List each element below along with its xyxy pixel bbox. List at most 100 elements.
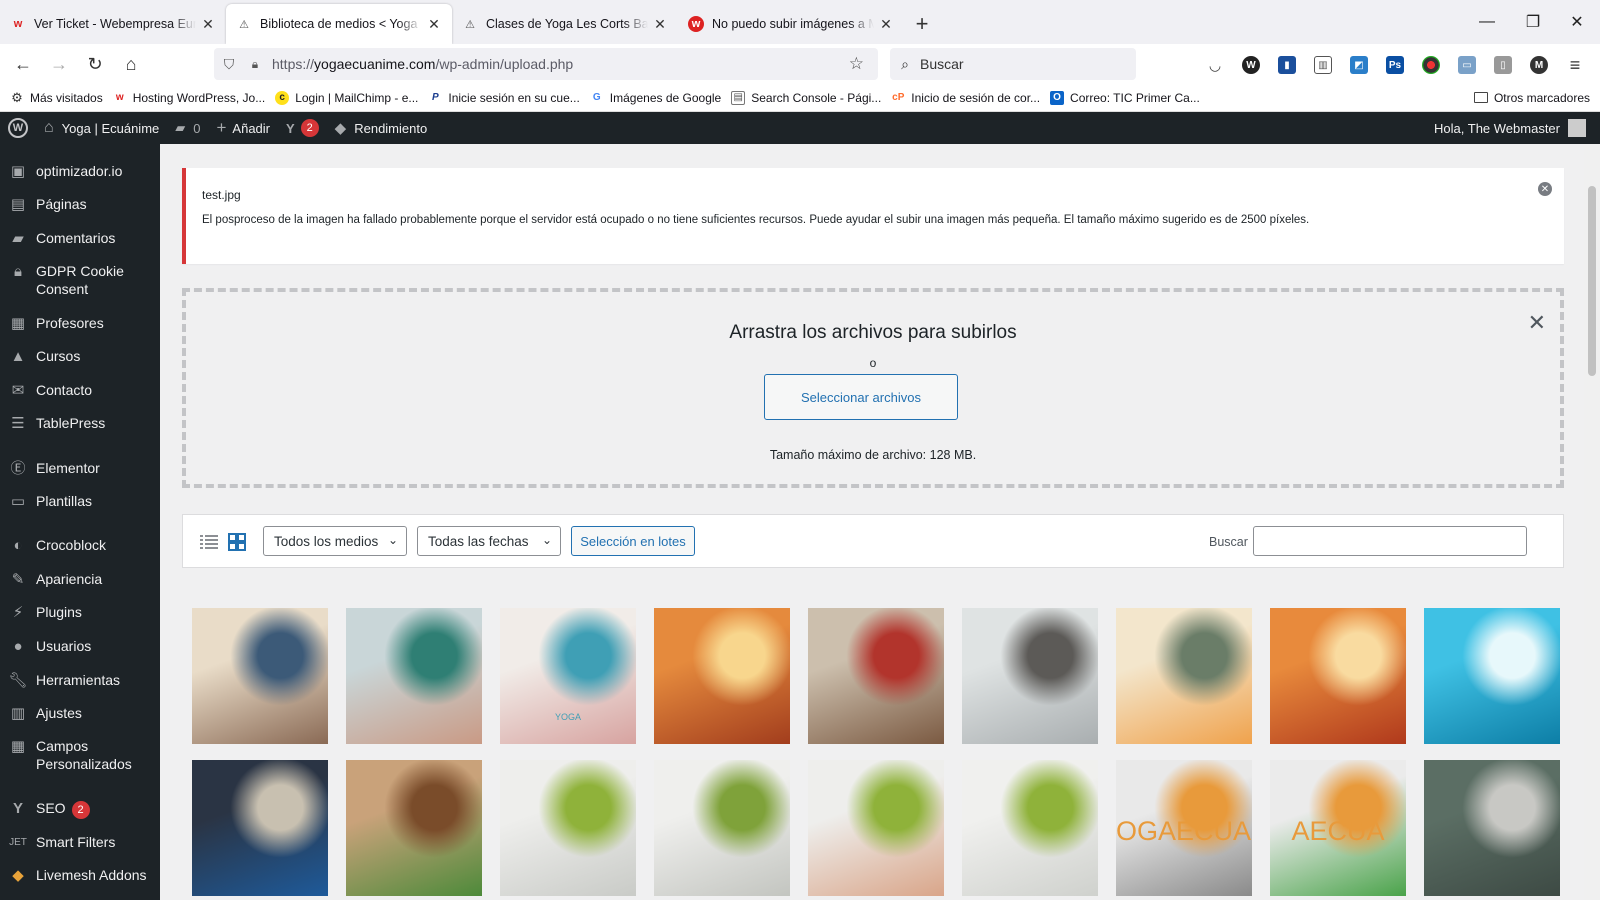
site-name-menu[interactable]: ⌂ Yoga | Ecuánime [36, 112, 167, 144]
sidebar-item-crocoblock[interactable]: ◐ Crocoblock [0, 536, 160, 555]
sidebar-item-plugins[interactable]: ⚡ Plugins [0, 603, 160, 622]
sidebar-item-livemesh[interactable]: ◆ Livemesh Addons [0, 866, 160, 885]
avatar [1568, 119, 1586, 137]
sidebar-item-comentarios[interactable]: ▰ Comentarios [0, 229, 160, 248]
comments-menu[interactable]: ▰ 0 [167, 112, 208, 144]
reader-view-icon[interactable]: ▥ [1314, 56, 1332, 74]
cyclists-photo[interactable] [192, 760, 328, 896]
window-reflection-photo[interactable] [962, 608, 1098, 744]
sidebar-item-seo[interactable]: Y SEO 2 [0, 799, 160, 819]
yoga-room-photo[interactable] [500, 760, 636, 896]
sidebar-item-contacto[interactable]: ✉ Contacto [0, 381, 160, 400]
sunset-dancer-photo[interactable] [1116, 608, 1252, 744]
my-account-menu[interactable]: Hola, The Webmaster [1426, 112, 1594, 144]
bookmark-search-console[interactable]: ▤ Search Console - Pági... [731, 90, 881, 105]
extension-icon[interactable]: ▮ [1278, 56, 1296, 74]
close-tab-icon[interactable]: ✕ [652, 16, 668, 33]
autumn-path-photo[interactable] [1270, 608, 1406, 744]
women-laughing-photo[interactable] [808, 608, 944, 744]
list-view-icon[interactable] [199, 532, 219, 552]
vegetables-photo[interactable] [346, 760, 482, 896]
bookmark-mailchimp[interactable]: c Login | MailChimp - e... [275, 90, 418, 105]
account-avatar-icon[interactable]: M [1530, 56, 1548, 74]
close-tab-icon[interactable]: ✕ [878, 16, 894, 33]
bookmark-cpanel[interactable]: cP Inicio de sesión de cor... [891, 91, 1040, 105]
logo-yogaecuanime-2[interactable]: AECUA [1270, 760, 1406, 896]
date-filter[interactable]: Todas las fechas ⌄ [417, 526, 561, 556]
woman-smoothie-photo[interactable] [346, 608, 482, 744]
sidebar-item-herramientas[interactable]: 🔧︎ Herramientas [0, 671, 160, 690]
yoga-room-plant-photo[interactable] [654, 760, 790, 896]
close-window-button[interactable]: ✕ [1554, 0, 1600, 44]
photoshop-icon[interactable]: Ps [1386, 56, 1404, 74]
reload-button[interactable]: ↻ [78, 48, 112, 80]
logo-yogaecuanime-1[interactable]: OGAECUAN [1116, 760, 1252, 896]
sidebar-item-gdpr[interactable]: 🔒︎ GDPR Cookie Consent [0, 262, 160, 298]
bookmark-paypal[interactable]: P Inicie sesión en su cue... [428, 91, 580, 105]
mother-child-photo[interactable] [192, 608, 328, 744]
sidebar-item-profesores[interactable]: ▦ Profesores [0, 314, 160, 333]
tab-biblioteca-medios[interactable]: ⚠ Biblioteca de medios < Yoga | Ecuánime… [226, 4, 452, 44]
sidebar-item-smart-filters[interactable]: JET Smart Filters [0, 833, 160, 852]
sidebar-item-paginas[interactable]: ▤ Páginas [0, 195, 160, 214]
grid-view-icon[interactable] [227, 532, 247, 552]
tab-no-puedo-subir[interactable]: w No puedo subir imágenes a Media ✕ [678, 4, 904, 44]
tab-clases-yoga[interactable]: ⚠ Clases de Yoga Les Corts Barcelona ✕ [452, 4, 678, 44]
archive-icon[interactable]: ▯ [1494, 56, 1512, 74]
wp-logo-menu[interactable]: W [0, 112, 36, 144]
sidebar-item-plantillas[interactable]: ▭ Plantillas [0, 492, 160, 511]
laptop-legs-photo[interactable] [1424, 760, 1560, 896]
restore-button[interactable]: ❐ [1510, 0, 1556, 44]
forward-button[interactable]: → [42, 48, 76, 80]
url-bar[interactable]: ⛉ 🔒︎ https://yogaecuanime.com/wp-admin/u… [214, 48, 878, 80]
minimize-button[interactable]: — [1464, 0, 1510, 44]
new-tab-button[interactable]: + [904, 4, 940, 44]
close-uploader-icon[interactable]: ✕ [1528, 310, 1546, 336]
lock-icon[interactable]: 🔒︎ [244, 57, 266, 72]
sidebar-item-cursos[interactable]: ▲ Cursos [0, 347, 160, 366]
select-files-button[interactable]: Seleccionar archivos [764, 374, 958, 420]
sidebar-item-apariencia[interactable]: ✎ Apariencia [0, 570, 160, 589]
wordpress-icon[interactable]: W [1242, 56, 1260, 74]
media-toolbar: Todos los medios ⌄ Todas las fechas ⌄ Sele… [182, 514, 1564, 568]
scrollbar-thumb[interactable] [1588, 186, 1596, 376]
pocket-icon[interactable]: ◡ [1206, 56, 1224, 74]
media-type-filter[interactable]: Todos los medios ⌄ [263, 526, 407, 556]
sidebar-item-optimizador[interactable]: ▣ optimizador.io [0, 162, 160, 181]
screenshot-icon[interactable]: ◩ [1350, 56, 1368, 74]
color-picker-icon[interactable] [1422, 56, 1440, 74]
autumn-walk-photo[interactable] [654, 608, 790, 744]
sidebar-item-elementor[interactable]: Ⓔ Elementor [0, 459, 160, 478]
yoga-class-photo[interactable] [808, 760, 944, 896]
add-new-menu[interactable]: + Añadir [208, 112, 278, 144]
media-search-input[interactable] [1253, 526, 1527, 556]
sidebar-item-ajustes[interactable]: ▥ Ajustes [0, 704, 160, 723]
smoothies-photo[interactable]: YOGA [500, 608, 636, 744]
bookmark-mas-visitados[interactable]: ⚙ Más visitados [10, 90, 103, 105]
bookmark-hosting-wordpress[interactable]: w Hosting WordPress, Jo... [113, 91, 265, 105]
dismiss-notice-icon[interactable]: ✕ [1538, 182, 1552, 196]
sidebar-item-usuarios[interactable]: ● Usuarios [0, 637, 160, 656]
close-tab-icon[interactable]: ✕ [200, 16, 216, 33]
upload-dropzone[interactable]: Arrastra los archivos para subirlos o Se… [182, 288, 1564, 488]
sidebar-item-tablepress[interactable]: ☰ TablePress [0, 414, 160, 433]
yoga-room-2-photo[interactable] [962, 760, 1098, 896]
bookmark-star-icon[interactable]: ☆ [849, 54, 864, 74]
performance-menu[interactable]: ◆ Rendimiento [327, 112, 436, 144]
swimmer-photo[interactable] [1424, 608, 1560, 744]
tab-ver-ticket[interactable]: w Ver Ticket - Webempresa Europa ✕ [0, 4, 226, 44]
sidebar-item-campos[interactable]: ▦ Campos Personalizados [0, 737, 160, 773]
back-button[interactable]: ← [6, 48, 40, 80]
bookmark-google-images[interactable]: G Imágenes de Google [590, 91, 721, 105]
shield-icon[interactable]: ⛉ [214, 56, 244, 73]
hamburger-menu-icon[interactable]: ≡ [1566, 55, 1584, 75]
search-input[interactable]: ⌕ Buscar [890, 48, 1136, 80]
bookmark-otros-marcadores[interactable]: Otros marcadores [1473, 91, 1590, 105]
bulk-select-button[interactable]: Selección en lotes [571, 526, 695, 556]
close-tab-icon[interactable]: ✕ [426, 16, 442, 33]
monitor-icon[interactable]: ▭ [1458, 56, 1476, 74]
bookmark-correo[interactable]: O Correo: TIC Primer Ca... [1050, 90, 1200, 105]
yoast-menu[interactable]: Y2 [278, 112, 327, 144]
home-button[interactable]: ⌂ [114, 48, 148, 80]
page-scrollbar[interactable] [1584, 144, 1600, 900]
